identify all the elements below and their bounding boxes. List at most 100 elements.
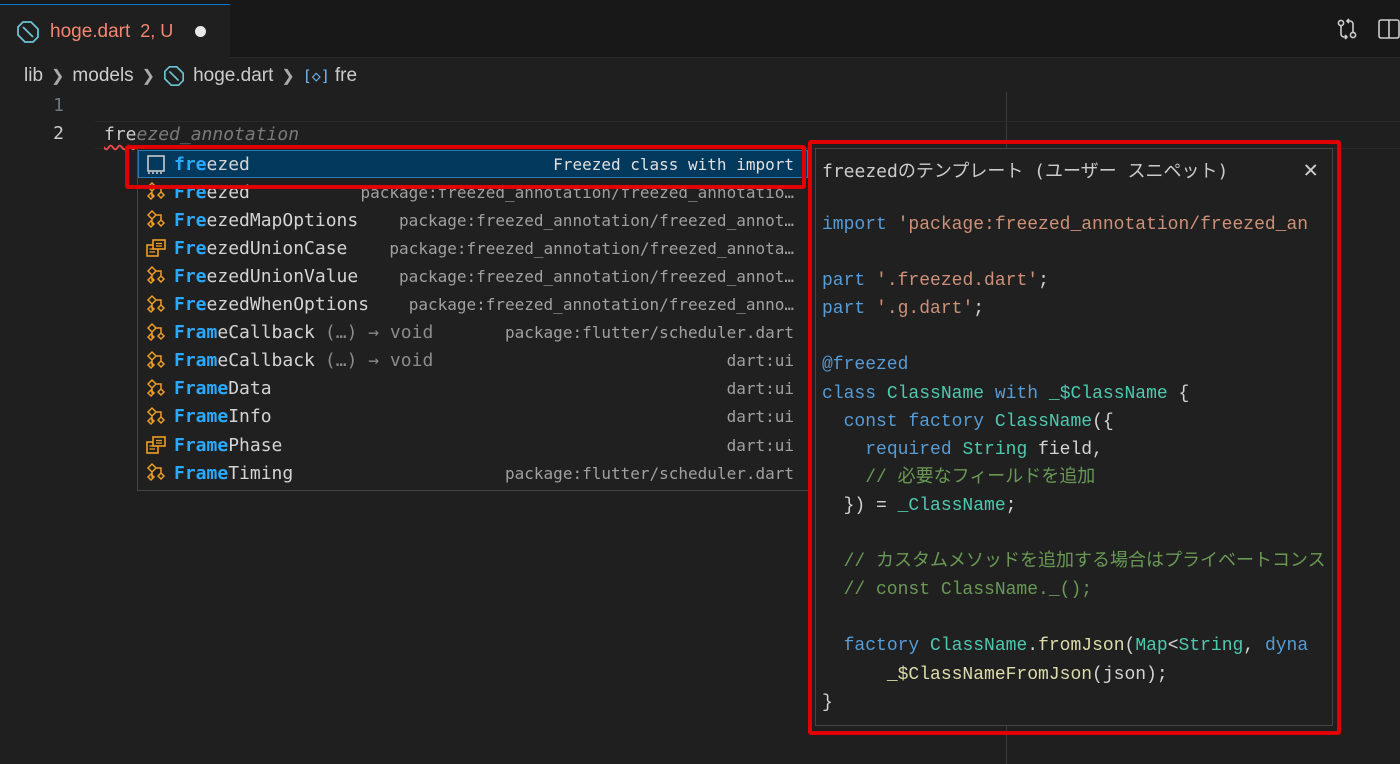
code-line: _$ClassNameFromJson(json); [822,665,1168,685]
suggestion-item[interactable]: FrameCallback (…) → void dart:ui [138,347,808,375]
suggestion-label-rest: eCallback [217,350,315,372]
class-icon [146,463,166,482]
code-token: } [822,692,833,713]
suggestion-label: FrameInfo [174,406,272,427]
suggestion-item[interactable]: FreezedUnionCase package:freezed_annotati… [138,234,808,262]
snippet-icon [147,155,165,174]
unsaved-dot-icon[interactable] [195,26,207,37]
code-token: < [1167,636,1179,657]
close-icon[interactable]: ✕ [1304,155,1318,183]
code-token: . [1027,636,1039,657]
suggestion-item[interactable]: FramePhase dart:ui [138,431,808,459]
editor-line-2[interactable]: freezed_annotation [104,122,299,148]
code-token: field, [1027,439,1103,460]
variable-symbol-icon: [◇] [302,67,330,85]
suggestion-label-rest: ezed [206,153,250,175]
code-token: factory [908,411,985,432]
class-icon [146,266,166,285]
code-line: @freezed [822,355,908,375]
suggestion-detail: dart:ui [726,379,794,399]
suggestion-item[interactable]: FrameData dart:ui [138,375,808,403]
typed-text: fre [104,124,137,145]
suggestion-detail: Freezed class with import [553,154,794,174]
suggestion-label: FrameCallback [174,350,315,371]
suggestion-label-rest: Data [228,378,272,400]
suggestion-label: FrameCallback [174,322,315,343]
split-editor-icon[interactable] [1376,16,1400,42]
code-token: ClassName [930,636,1028,657]
suggestion-detail: package:freezed_annotation/freezed_annot… [360,182,794,202]
suggestion-label: Freezed [174,182,250,203]
code-token: _$ClassName [1048,383,1168,404]
details-title: freezedのテンプレート (ユーザー スニペット) [822,161,1229,182]
code-token: // const ClassName._(); [822,580,1093,601]
suggestion-detail: package:freezed_annotation/freezed_annot… [399,266,794,286]
suggestion-match-highlight: Fre [174,265,207,287]
tab-bar: hoge.dart 2, U [0,0,1400,58]
suggestion-detail: dart:ui [726,351,794,371]
suggestion-signature: (…) → void [324,322,434,344]
suggestion-item[interactable]: FreezedWhenOptions package:freezed_annota… [138,291,808,319]
code-token: }) = [822,495,898,516]
code-token: part [822,299,866,320]
suggestion-item[interactable]: FrameInfo dart:ui [138,403,808,431]
suggestion-label-rest: eCallback [217,322,315,344]
suggestion-list: freezed Freezed class with import Freezed p… [137,148,809,491]
git-compare-icon[interactable] [1334,16,1360,42]
code-token: { [1167,383,1190,404]
suggestion-item[interactable]: FreezedUnionValue package:freezed_annotat… [138,262,808,290]
code-token: @freezed [822,355,909,376]
code-token: // 必要なフィールドを追加 [822,467,1096,488]
suggestion-item-selected[interactable]: freezed Freezed class with import [138,150,808,178]
suggestion-item[interactable]: FreezedMapOptions package:freezed_annotat… [138,206,808,234]
tab-problem-status: 2, U [140,21,174,41]
breadcrumb-file[interactable]: hoge.dart [193,65,273,87]
suggestion-label: freezed [174,154,250,175]
code-line: import 'package:freezed_annotation/freez… [822,215,1308,235]
breadcrumb-folder-lib[interactable]: lib [24,65,43,87]
editor-tab-hoge-dart[interactable]: hoge.dart 2, U [0,4,230,58]
suggestion-item[interactable]: FrameTiming package:flutter/scheduler.dar… [138,459,808,487]
breadcrumb-symbol[interactable]: fre [335,65,357,87]
class-icon [146,294,166,313]
suggestion-label-rest: Info [228,406,272,428]
breadcrumb-folder-models[interactable]: models [72,65,133,87]
code-token: part [822,271,866,292]
code-line: // const ClassName._(); [822,580,1092,600]
code-token: Map [1135,636,1168,657]
class-icon [146,322,166,341]
code-token: ClassName [994,411,1093,432]
code-token: const [843,411,898,432]
suggestion-detail: package:freezed_annotation/freezed_annot… [399,210,794,230]
class-icon [146,406,166,425]
code-token: with [994,383,1039,404]
suggestion-label-rest: ezedMapOptions [206,209,359,231]
code-line: const factory ClassName({ [822,412,1114,432]
code-token: required [865,439,952,460]
suggestion-label: FramePhase [174,435,282,456]
dart-file-icon [17,20,39,43]
class-icon [146,210,166,229]
code-token: '.g.dart' [876,299,974,320]
suggestion-label-rest: ezed [206,181,250,203]
suggestion-item[interactable]: Freezed package:freezed_annotation/freeze… [138,178,808,206]
enum-icon [146,239,166,258]
suggestion-item[interactable]: FrameCallback (…) → void package:flutter/s… [138,319,808,347]
line-number: 1 [53,95,64,116]
code-token: String [1178,636,1244,657]
code-token: dyna [1264,636,1309,657]
class-icon [146,378,166,397]
code-token: ; [1038,271,1049,292]
code-token: '.freezed.dart' [876,271,1039,292]
code-token: ClassName [886,383,985,404]
code-token: class [822,383,877,404]
